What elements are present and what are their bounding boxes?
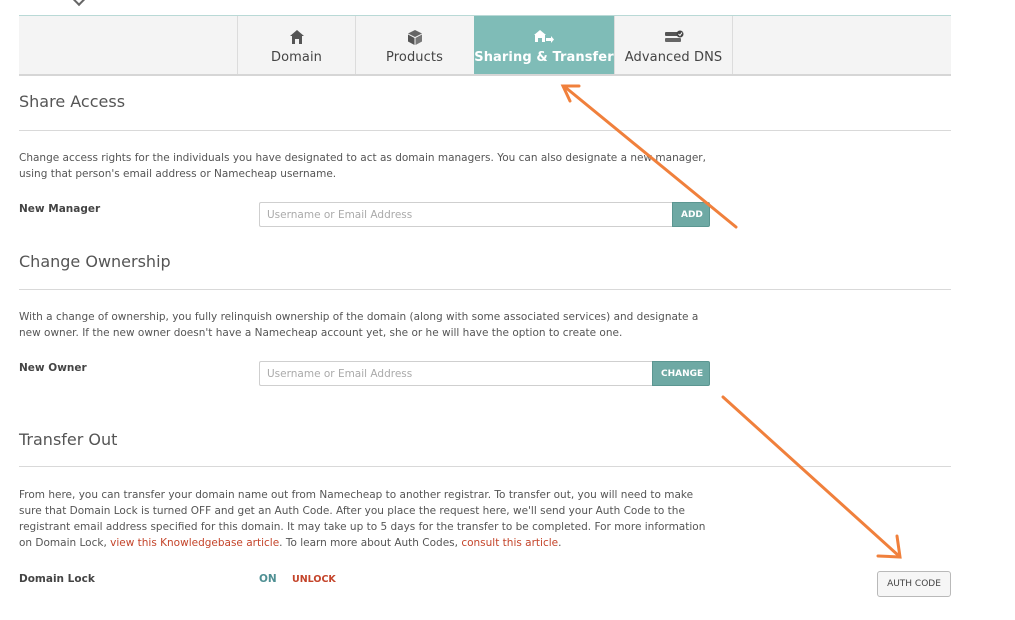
annotation-arrows — [560, 84, 902, 559]
arrow-to-sharing-tab — [563, 85, 738, 229]
arrow-to-auth-code — [721, 395, 901, 558]
